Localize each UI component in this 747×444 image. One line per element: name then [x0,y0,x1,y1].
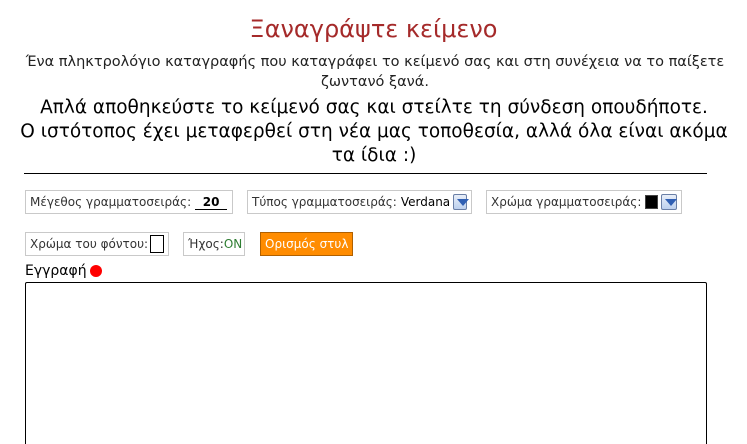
site-notice: Απλά αποθηκεύστε το κείμενό σας και στεί… [14,96,734,168]
bg-color-swatch[interactable] [150,235,164,253]
font-size-label: Μέγεθος γραμματοσειράς: [30,195,192,209]
set-style-button[interactable]: Ορισμός στυλ [260,232,354,256]
record-label-row: Εγγραφή [25,263,102,279]
font-type-select[interactable]: Verdana [401,195,450,209]
font-type-label: Τύπος γραμματοσειράς: [252,195,397,209]
page-title: Ξαναγράψτε κείμενο [249,15,498,43]
font-color-control[interactable]: Χρώμα γραμματοσειράς: [486,190,682,214]
font-color-dropdown-icon[interactable] [660,194,677,210]
record-label: Εγγραφή [25,263,87,279]
font-color-swatch[interactable] [645,195,658,209]
text-editor[interactable] [25,282,707,444]
notice-line-1: Απλά αποθηκεύστε το κείμενό σας και στεί… [40,97,708,118]
sound-state[interactable]: ON [224,237,242,251]
font-type-dropdown-icon[interactable] [453,194,469,210]
font-size-control: Μέγεθος γραμματοσειράς: 20 [25,190,233,214]
bg-color-control[interactable]: Χρώμα του φόντου: [25,232,169,256]
font-size-input[interactable]: 20 [195,195,228,210]
notice-line-2: Ο ιστότοπος έχει μεταφερθεί στη νέα μας … [20,121,728,166]
bg-color-label: Χρώμα του φόντου: [30,237,149,251]
font-type-control[interactable]: Τύπος γραμματοσειράς: Verdana [247,190,472,214]
sound-toggle[interactable]: Ήχος: ON [183,232,245,256]
record-indicator-icon [89,265,102,277]
page-subtitle: Ένα πληκτρολόγιο καταγραφής που καταγράφ… [25,54,725,90]
divider [24,173,707,174]
page: Ξαναγράψτε κείμενο Ένα πληκτρολόγιο κατα… [0,0,747,444]
font-color-label: Χρώμα γραμματοσειράς: [491,195,642,209]
sound-label: Ήχος: [188,237,224,251]
